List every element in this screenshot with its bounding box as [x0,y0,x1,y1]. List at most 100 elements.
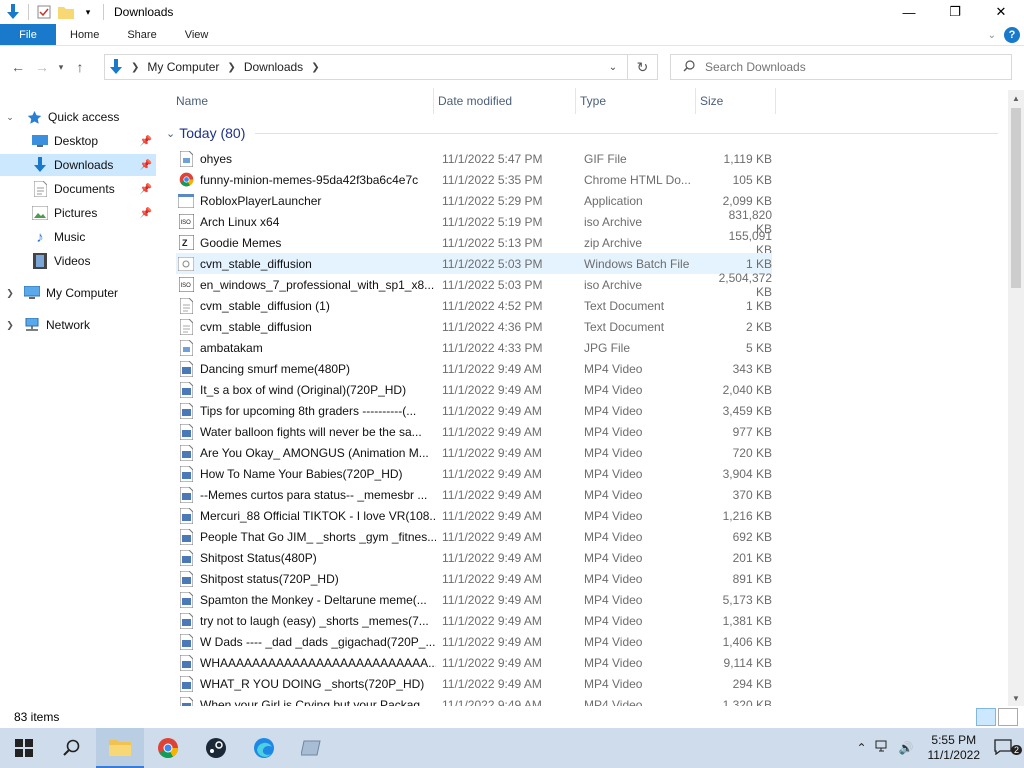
file-row-arch-linux-x64[interactable]: ISO Arch Linux x64 11/1/2022 5:19 PM iso Ar… [176,208,772,236]
file-row-ambatakam[interactable]: ambatakam 11/1/2022 4:33 PM JPG File 5 KB [176,337,772,358]
nav-item-my-computer[interactable]: ❯ My Computer [0,282,156,304]
scroll-down-icon[interactable]: ▼ [1008,690,1024,706]
file-row-people-that-go-jim-shorts-gym-fitnes[interactable]: People That Go JIM_ _shorts _gym _fitnes… [176,526,772,547]
group-header-today[interactable]: ⌄ Today (80) [166,122,998,144]
large-icons-view-button[interactable] [998,708,1018,726]
nav-item-quick-access[interactable]: ⌄ Quick access [0,106,156,128]
vertical-scrollbar[interactable]: ▲ ▼ [1008,90,1024,706]
pin-icon[interactable]: 📌 [140,208,152,219]
column-header-name[interactable]: Name [158,88,434,114]
address-dropdown-icon[interactable]: ⌄ [603,55,623,79]
nav-item-videos[interactable]: Videos [0,250,156,272]
breadcrumb-my-computer[interactable]: My Computer [147,60,219,74]
column-header-size[interactable]: Size [696,88,776,114]
file-type: MP4 Video [584,445,643,460]
file-name: Mercuri_88 Official TIKTOK - I love VR(1… [200,508,436,523]
video-file-icon [178,444,194,461]
file-explorer-icon[interactable] [96,728,144,768]
chevron-right-icon[interactable]: ❯ [131,62,139,73]
file-row-cvm-stable-diffusion[interactable]: cvm_stable_diffusion 11/1/2022 4:36 PM Tex… [176,316,772,337]
nav-item-documents[interactable]: Documents 📌 [0,178,156,200]
nav-item-pictures[interactable]: Pictures 📌 [0,202,156,224]
file-row-w-dads-dad-dads-gigachad-720p[interactable]: W Dads ---- _dad _dads _gigachad(720P_..… [176,631,772,652]
chevron-right-icon[interactable]: ❯ [311,62,319,73]
expand-ribbon-icon[interactable]: ⌄ [988,30,996,41]
file-row-goodie-memes[interactable]: Z Goodie Memes 11/1/2022 5:13 PM zip Archiv… [176,229,772,257]
pin-icon[interactable]: 📌 [140,184,152,195]
up-button[interactable]: ↑ [68,55,92,79]
pin-icon[interactable]: 📌 [140,136,152,147]
file-row-funny-minion-memes-95da42f3ba6c4e7c[interactable]: funny-minion-memes-95da42f3ba6c4e7c 11/1/… [176,169,772,190]
network-status-icon[interactable] [871,740,895,757]
breadcrumb-downloads[interactable]: Downloads [244,60,303,74]
file-row-spamton-the-monkey-deltarune-meme[interactable]: Spamton the Monkey - Deltarune meme(... 1… [176,589,772,610]
notification-icon[interactable]: 2 [990,738,1024,758]
file-row-when-your-girl-is-crying-but-your-packag[interactable]: When your Girl is Crying but your Packag… [176,694,772,706]
nav-item-desktop[interactable]: Desktop 📌 [0,130,156,152]
file-row-ohyes[interactable]: ohyes 11/1/2022 5:47 PM GIF File 1,119 KB [176,148,772,169]
properties-icon[interactable] [36,4,52,20]
start-icon[interactable] [0,728,48,768]
file-row-robloxplayerlauncher[interactable]: RobloxPlayerLauncher 11/1/2022 5:29 PM App… [176,190,772,211]
tab-share[interactable]: Share [113,24,170,45]
app-icon[interactable] [288,728,336,768]
details-view-button[interactable] [976,708,996,726]
recent-locations-button[interactable]: ▾ [54,55,68,79]
file-name: cvm_stable_diffusion [200,319,312,334]
file-row-cvm-stable-diffusion[interactable]: cvm_stable_diffusion 11/1/2022 5:03 PM Win… [176,253,772,274]
customize-toolbar-icon[interactable]: ▾ [80,4,96,20]
new-folder-icon[interactable] [58,4,74,20]
expand-arrow-icon[interactable]: ❯ [4,320,16,331]
file-row-tips-for-upcoming-8th-graders[interactable]: Tips for upcoming 8th graders ----------… [176,400,772,421]
file-row-mercuri-88-official-tiktok-i-love-vr-108[interactable]: Mercuri_88 Official TIKTOK - I love VR(1… [176,505,772,526]
chrome-icon[interactable] [144,728,192,768]
tab-file[interactable]: File [0,24,56,45]
file-row-memes-curtos-para-status-memesbr[interactable]: --Memes curtos para status-- _memesbr ..… [176,484,772,505]
column-header-type[interactable]: Type [576,88,696,114]
file-row-en-windows-7-professional-with-sp1-x8[interactable]: ISO en_windows_7_professional_with_sp1_x8… [176,271,772,299]
file-row-try-not-to-laugh-easy-shorts-memes-7[interactable]: try not to laugh (easy) _shorts _memes(7… [176,610,772,631]
file-size: 5,173 KB [722,592,772,607]
nav-item-network[interactable]: ❯ Network [0,314,156,336]
nav-item-downloads[interactable]: Downloads 📌 [0,154,156,176]
back-button[interactable]: ← [6,55,30,79]
scroll-up-icon[interactable]: ▲ [1008,90,1024,106]
expand-arrow-icon[interactable]: ❯ [4,288,16,299]
file-row-dancing-smurf-meme-480p[interactable]: Dancing smurf meme(480P) 11/1/2022 9:49 A… [176,358,772,379]
tab-home[interactable]: Home [56,24,113,45]
file-row-water-balloon-fights-will-never-be-the-s[interactable]: Water balloon fights will never be the s… [176,421,772,442]
chevron-right-icon[interactable]: ❯ [227,62,235,73]
address-bar[interactable]: ❯ My Computer ❯ Downloads ❯ ⌄ ↻ [104,54,658,80]
nav-item-music[interactable]: ♪ Music [0,226,156,248]
column-header-date[interactable]: Date modified [434,88,576,114]
maximize-button[interactable]: ❐ [932,0,978,24]
volume-icon[interactable]: 🔊 [895,741,918,755]
file-row-cvm-stable-diffusion-1[interactable]: cvm_stable_diffusion (1) 11/1/2022 4:52 P… [176,295,772,316]
search-box[interactable] [670,54,1012,80]
clock[interactable]: 5:55 PM 11/1/2022 [918,733,991,763]
help-icon[interactable]: ? [1004,27,1020,43]
search-input[interactable] [705,60,985,74]
file-row-it-s-a-box-of-wind-original-720p-hd[interactable]: It_s a box of wind (Original)(720P_HD) 11… [176,379,772,400]
file-date: 11/1/2022 5:29 PM [442,193,543,208]
minimize-button[interactable]: — [886,0,932,24]
file-row-how-to-name-your-babies-720p-hd[interactable]: How To Name Your Babies(720P_HD) 11/1/202… [176,463,772,484]
file-row-shitpost-status-480p[interactable]: Shitpost Status(480P) 11/1/2022 9:49 AM MP… [176,547,772,568]
collapse-arrow-icon[interactable]: ⌄ [4,112,16,123]
forward-button[interactable]: → [30,55,54,79]
chevron-down-icon[interactable]: ⌄ [166,127,175,140]
steam-icon[interactable] [192,728,240,768]
close-button[interactable]: ✕ [978,0,1024,24]
file-row-what-r-you-doing-shorts-720p-hd[interactable]: WHAT_R YOU DOING _shorts(720P_HD) 11/1/20… [176,673,772,694]
file-row-are-you-okay-amongus-animation-m[interactable]: Are You Okay_ AMONGUS (Animation M... 11/… [176,442,772,463]
pin-icon[interactable]: 📌 [140,160,152,171]
edge-icon[interactable] [240,728,288,768]
tab-view[interactable]: View [171,24,223,45]
file-row-whaaaaaaaaaaaaaaaaaaaaaaaaaa[interactable]: WHAAAAAAAAAAAAAAAAAAAAAAAAAA... 11/1/2022… [176,652,772,673]
refresh-icon[interactable]: ↻ [627,55,657,79]
network-icon [24,317,40,333]
chevron-up-icon[interactable]: ⌃ [852,741,870,755]
search-icon[interactable] [48,728,96,768]
file-row-shitpost-status-720p-hd[interactable]: Shitpost status(720P_HD) 11/1/2022 9:49 A… [176,568,772,589]
scrollbar-thumb[interactable] [1011,108,1021,288]
